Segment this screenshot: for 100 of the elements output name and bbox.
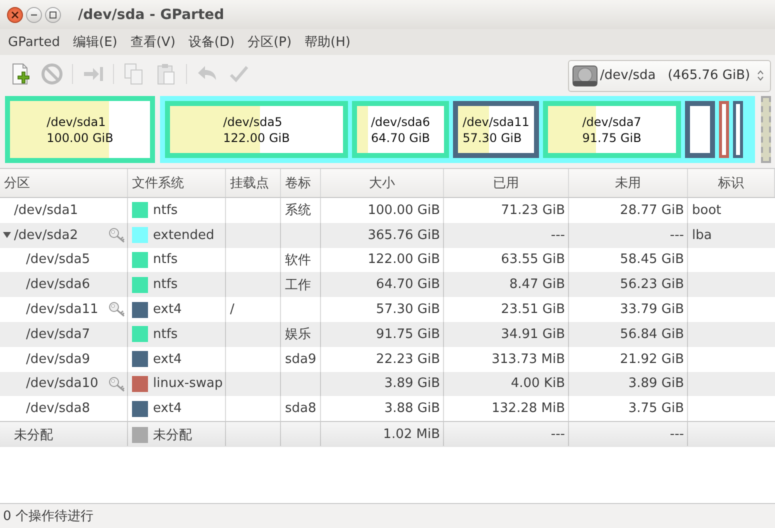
column-header[interactable]: 文件系统 [128, 169, 226, 197]
column-header[interactable]: 分区 [0, 169, 128, 197]
filesystem-text: ext4 [153, 401, 182, 416]
column-header[interactable]: 大小 [321, 169, 444, 197]
device-dropdown[interactable]: /dev/sda (465.76 GiB) [568, 60, 771, 92]
table-cell: 91.75 GiB [376, 326, 440, 342]
partition-name: /dev/sda2 [13, 228, 78, 243]
menu-item[interactable]: 设备(D) [183, 33, 243, 51]
table-cell: 56.23 GiB [620, 277, 684, 292]
window-title: /dev/sda - GParted [78, 6, 224, 22]
table-cell: 64.70 GiB [376, 277, 440, 292]
table-cell: 21.92 GiB [620, 352, 684, 367]
maximize-button[interactable] [45, 6, 61, 22]
partition-name: /dev/sda1 [13, 202, 78, 218]
extended-partition-block[interactable]: /dev/sda5 122.00 GiB /dev/sda6 64.70 GiB /dev/sda11 57.30 GiB /dev/sda7 91.75 GiB [160, 96, 755, 163]
partition-block[interactable]: /dev/sda7 91.75 GiB [542, 101, 681, 158]
table-cell: 23.51 GiB [501, 302, 565, 318]
table-cell: 3.89 GiB [628, 376, 684, 392]
table-cell: 313.73 MiB [492, 352, 565, 367]
filesystem-text: 未分配 [153, 426, 192, 444]
partition-name: /dev/sda7 [582, 114, 642, 130]
partition-name: /dev/sda6 [25, 277, 90, 292]
partition-block[interactable] [732, 101, 743, 158]
up-down-icon [757, 69, 764, 82]
column-header[interactable]: 标识 [688, 169, 775, 197]
table-cell: 63.55 GiB [501, 252, 565, 268]
table-cell-text: 系统 [285, 202, 311, 220]
partition-block[interactable]: /dev/sda11 57.30 GiB [453, 101, 539, 158]
table-cell: 132.28 MiB [492, 401, 565, 416]
partition-name: /dev/sda5 [25, 252, 90, 268]
menu-item[interactable]: 帮助(H) [300, 33, 358, 51]
partition-size: 91.75 GiB [582, 130, 642, 146]
table-cell: 33.79 GiB [620, 302, 684, 318]
table-cell: sda9 [285, 352, 316, 367]
partition-size: 100.00 GiB [46, 130, 114, 146]
menu-item[interactable]: 分区(P) [242, 33, 300, 51]
table-cell: 8.47 GiB [509, 277, 565, 292]
filesystem-text: ntfs [153, 202, 178, 218]
column-header[interactable]: 挂载点 [226, 169, 281, 197]
partition-name: /dev/sda10 [25, 376, 98, 392]
table-cell: 3.88 GiB [384, 401, 440, 416]
table-cell: --- [670, 228, 684, 243]
expander-icon[interactable] [3, 231, 11, 240]
table-cell: 4.00 KiB [510, 376, 565, 392]
filesystem-text: ext4 [153, 302, 182, 318]
partition-block[interactable]: /dev/sda5 122.00 GiB [165, 101, 348, 158]
table-cell: 34.91 GiB [501, 326, 565, 342]
partition-name: /dev/sda9 [25, 352, 90, 367]
table-cell-text: 娱乐 [285, 326, 311, 344]
partition-name: /dev/sda8 [25, 401, 90, 416]
partition-name: /dev/sda11 [462, 114, 530, 130]
table-cell: 56.84 GiB [620, 326, 684, 342]
menu-item[interactable]: GParted [3, 34, 68, 50]
partition-block[interactable] [718, 101, 729, 158]
partition-name: /dev/sda6 [371, 114, 430, 130]
column-header[interactable]: 未用 [569, 169, 688, 197]
table-cell: / [230, 302, 234, 318]
filesystem-text: extended [153, 228, 214, 243]
table-cell-text: 软件 [285, 252, 311, 269]
table-cell: 100.00 GiB [368, 202, 440, 218]
table-cell: 3.89 GiB [384, 376, 440, 392]
table-cell: 3.75 GiB [628, 401, 684, 416]
partition-block[interactable]: /dev/sda1 100.00 GiB [5, 96, 155, 163]
minimize-button[interactable] [26, 6, 42, 22]
table-cell: --- [550, 427, 565, 442]
partition-name: /dev/sda7 [25, 326, 90, 342]
table-cell: lba [692, 228, 712, 243]
partition-name: 未分配 [13, 426, 53, 444]
filesystem-text: linux-swap [153, 376, 223, 392]
partition-size: 64.70 GiB [371, 130, 430, 146]
table-cell: 365.76 GiB [368, 228, 440, 243]
partition-block[interactable] [684, 101, 715, 158]
table-cell: sda8 [285, 401, 316, 416]
filesystem-text: ntfs [153, 326, 178, 342]
filesystem-text: ntfs [153, 277, 178, 292]
close-button[interactable] [7, 6, 23, 22]
filesystem-text: ntfs [153, 252, 178, 268]
menu-item[interactable]: 查看(V) [125, 33, 184, 51]
partition-name: /dev/sda1 [46, 114, 107, 130]
column-header[interactable]: 卷标 [281, 169, 321, 197]
filesystem-text: ext4 [153, 352, 182, 367]
table-cell: 71.23 GiB [501, 202, 565, 218]
table-cell: 28.77 GiB [620, 202, 684, 218]
table-cell: 22.23 GiB [376, 352, 440, 367]
status-text: 0 个操作待进行 [3, 508, 94, 525]
table-cell-text: 工作 [285, 276, 311, 294]
table-cell: --- [670, 427, 684, 442]
table-cell: 122.00 GiB [368, 252, 440, 268]
maximize-icon [49, 10, 57, 18]
table-cell: --- [550, 228, 565, 243]
table-cell: 1.02 MiB [383, 427, 440, 442]
partition-name: /dev/sda5 [223, 114, 284, 130]
table-cell: boot [692, 202, 722, 218]
partition-size: 57.30 GiB [462, 130, 523, 146]
column-header[interactable]: 已用 [444, 169, 569, 197]
close-icon [11, 10, 19, 18]
table-cell: 58.45 GiB [620, 252, 684, 268]
partition-block[interactable]: /dev/sda6 64.70 GiB [352, 101, 450, 158]
partition-size: 122.00 GiB [223, 130, 290, 146]
menu-item[interactable]: 编辑(E) [68, 33, 126, 51]
